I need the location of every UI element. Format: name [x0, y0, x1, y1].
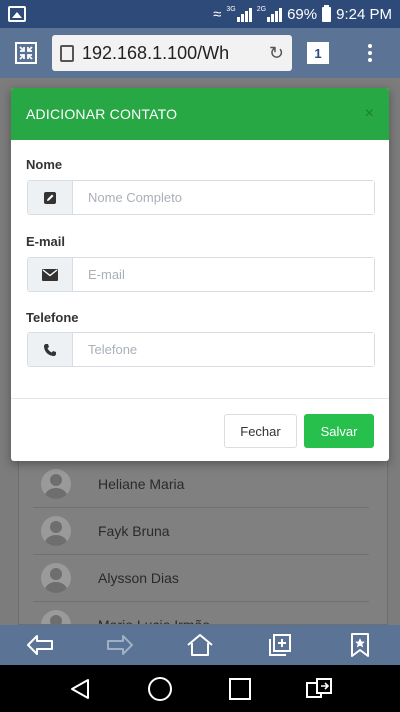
- home-button[interactable]: [180, 627, 220, 663]
- contact-name: Heliane Maria: [98, 476, 185, 492]
- system-back-button[interactable]: [60, 669, 100, 709]
- avatar: [41, 469, 71, 499]
- tab-count: 1: [307, 42, 329, 64]
- wifi-icon: ≈: [213, 5, 222, 23]
- system-nav-bar: [0, 665, 400, 712]
- url-text: 192.168.1.100/Wh: [82, 42, 230, 63]
- back-arrow-icon: [27, 635, 53, 655]
- avatar: [41, 516, 71, 546]
- save-button[interactable]: Salvar: [304, 414, 374, 448]
- email-input-group: [27, 257, 375, 292]
- status-indicators: ≈ 3G 2G 69% 9:24 PM: [213, 4, 392, 23]
- forward-button[interactable]: [100, 627, 140, 663]
- name-label: Nome: [26, 157, 63, 172]
- phone-icon: [28, 333, 73, 366]
- signal-tag-3g: 3G: [226, 6, 236, 13]
- signal-3g-icon: 3G: [226, 6, 252, 22]
- list-item[interactable]: Mario Lucio Irmão: [33, 602, 369, 625]
- modal-title: ADICIONAR CONTATO: [26, 106, 178, 122]
- list-item[interactable]: Heliane Maria: [33, 461, 369, 508]
- list-item[interactable]: Alysson Dias: [33, 555, 369, 602]
- edit-icon: [28, 181, 73, 214]
- circle-home-icon: [148, 676, 172, 701]
- contact-name: Alysson Dias: [98, 570, 179, 586]
- envelope-icon: [28, 258, 73, 291]
- home-icon: [187, 634, 213, 656]
- signal-tag-2g: 2G: [256, 6, 267, 13]
- gallery-notification-icon: [8, 6, 26, 22]
- contact-name: Mario Lucio Irmão: [98, 617, 211, 625]
- phone-label: Telefone: [26, 310, 79, 325]
- avatar: [41, 610, 71, 624]
- system-home-button[interactable]: [140, 669, 180, 709]
- name-input[interactable]: [73, 181, 374, 214]
- address-bar[interactable]: 192.168.1.100/Wh ↻: [52, 35, 292, 71]
- triangle-back-icon: [71, 678, 89, 699]
- close-button[interactable]: Fechar: [224, 414, 297, 448]
- add-page-icon: [269, 634, 291, 656]
- battery-icon: [322, 4, 332, 22]
- tabs-button[interactable]: 1: [292, 28, 344, 78]
- contact-name: Fayk Bruna: [98, 523, 170, 539]
- square-recents-icon: [229, 677, 251, 700]
- modal-header: ADICIONAR CONTATO ×: [11, 88, 389, 140]
- bookmarks-button[interactable]: [340, 627, 380, 663]
- more-vert-icon: [368, 44, 372, 62]
- status-bar: ≈ 3G 2G 69% 9:24 PM: [0, 0, 400, 28]
- email-label: E-mail: [26, 234, 66, 249]
- dual-window-button[interactable]: [300, 669, 340, 709]
- name-input-group: [27, 180, 375, 215]
- exit-fullscreen-button[interactable]: [0, 28, 52, 78]
- system-recents-button[interactable]: [220, 669, 260, 709]
- battery-percent: 69%: [287, 5, 318, 23]
- switch-window-icon: [306, 677, 332, 698]
- email-input[interactable]: [73, 258, 374, 291]
- bookmark-icon: [351, 633, 369, 657]
- close-icon[interactable]: ×: [365, 105, 374, 123]
- browser-bottom-nav: [0, 625, 400, 665]
- signal-2g-icon: 2G: [256, 6, 283, 22]
- browser-toolbar: 192.168.1.100/Wh ↻ 1: [0, 28, 400, 78]
- reload-icon[interactable]: ↻: [269, 43, 284, 64]
- browser-menu-button[interactable]: [344, 28, 396, 78]
- contact-list: Heliane Maria Fayk Bruna Alysson Dias Ma…: [18, 440, 388, 625]
- phone-input[interactable]: [73, 333, 374, 366]
- page-icon: [60, 44, 74, 62]
- phone-input-group: [27, 332, 375, 367]
- new-tab-button[interactable]: [260, 627, 300, 663]
- forward-arrow-icon: [107, 635, 133, 655]
- clock: 9:24 PM: [336, 5, 392, 23]
- list-item[interactable]: Fayk Bruna: [33, 508, 369, 555]
- collapse-icon: [15, 42, 37, 64]
- avatar: [41, 563, 71, 593]
- back-button[interactable]: [20, 627, 60, 663]
- add-contact-modal: ADICIONAR CONTATO × Nome E-mail Telefone…: [11, 88, 389, 461]
- modal-footer-divider: [11, 398, 389, 399]
